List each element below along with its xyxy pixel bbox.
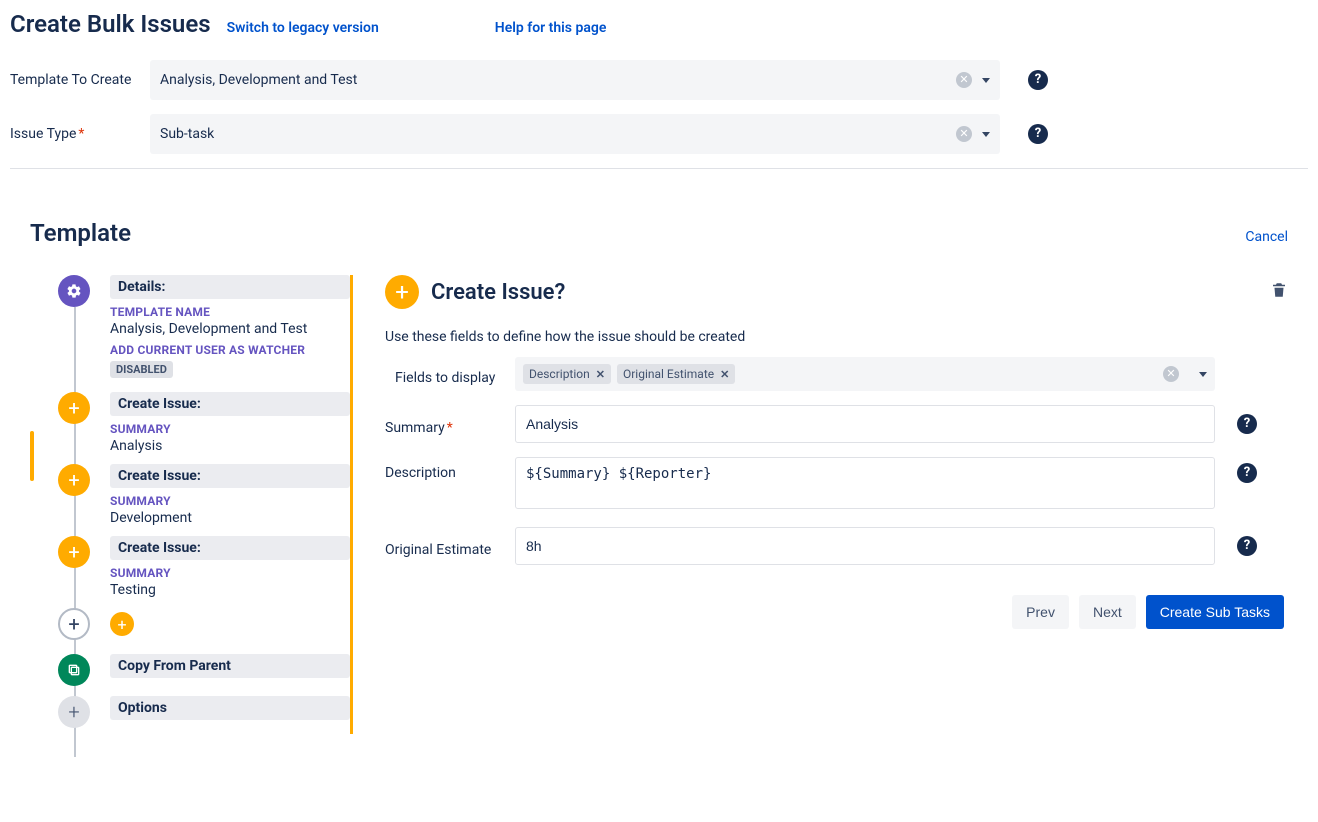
- page-title: Create Bulk Issues: [10, 10, 211, 38]
- description-input[interactable]: [515, 457, 1215, 509]
- copy-from-parent-step[interactable]: Copy From Parent: [110, 654, 350, 678]
- help-icon[interactable]: ?: [1237, 463, 1257, 483]
- gear-icon-svg: [66, 283, 82, 299]
- summary-label: Summary*: [385, 412, 515, 436]
- summary-value-1: Analysis: [110, 438, 350, 454]
- active-step-indicator: [30, 431, 34, 481]
- details-header[interactable]: Details:: [110, 275, 350, 299]
- clear-icon[interactable]: ✕: [956, 126, 972, 142]
- section-title: Template: [30, 219, 131, 247]
- help-icon[interactable]: ?: [1237, 414, 1257, 434]
- next-button[interactable]: Next: [1079, 595, 1136, 629]
- clear-icon[interactable]: ✕: [956, 72, 972, 88]
- summary-label: SUMMARY: [110, 566, 350, 580]
- copy-icon[interactable]: [58, 654, 90, 686]
- copy-icon-svg: [66, 662, 82, 678]
- help-icon[interactable]: ?: [1028, 70, 1048, 90]
- watcher-status-badge: DISABLED: [110, 361, 173, 378]
- chevron-down-icon[interactable]: [982, 78, 990, 83]
- fields-to-display-select[interactable]: Description ✕ Original Estimate ✕ ✕: [515, 357, 1215, 391]
- watcher-label: ADD CURRENT USER AS WATCHER: [110, 343, 350, 357]
- original-estimate-input[interactable]: [515, 527, 1215, 565]
- template-name-value: Analysis, Development and Test: [110, 321, 350, 337]
- summary-label: SUMMARY: [110, 494, 350, 508]
- chevron-down-icon[interactable]: [1199, 372, 1207, 377]
- fields-to-display-label: Fields to display: [385, 362, 515, 386]
- chip-description: Description ✕: [523, 364, 611, 384]
- summary-label: SUMMARY: [110, 422, 350, 436]
- plus-icon[interactable]: +: [58, 464, 90, 496]
- template-name-label: TEMPLATE NAME: [110, 305, 350, 319]
- chip-original-estimate: Original Estimate ✕: [617, 364, 735, 384]
- help-icon[interactable]: ?: [1237, 536, 1257, 556]
- help-link[interactable]: Help for this page: [495, 20, 607, 36]
- summary-input[interactable]: [515, 405, 1215, 443]
- prev-button[interactable]: Prev: [1012, 595, 1069, 629]
- create-issue-hint: Use these fields to define how the issue…: [385, 329, 1288, 345]
- description-label: Description: [385, 457, 515, 481]
- plus-icon[interactable]: +: [58, 536, 90, 568]
- legacy-link[interactable]: Switch to legacy version: [227, 20, 379, 36]
- plus-icon: +: [385, 275, 419, 309]
- create-issue-step-3[interactable]: Create Issue:: [110, 536, 350, 560]
- create-issue-step-1[interactable]: Create Issue:: [110, 392, 350, 416]
- cancel-link[interactable]: Cancel: [1245, 229, 1288, 245]
- remove-chip-icon[interactable]: ✕: [720, 368, 729, 381]
- remove-chip-icon[interactable]: ✕: [596, 368, 605, 381]
- clear-icon[interactable]: ✕: [1163, 366, 1179, 382]
- gear-icon[interactable]: [58, 275, 90, 307]
- issue-type-select[interactable]: Sub-task ✕: [150, 114, 1000, 154]
- summary-value-2: Development: [110, 510, 350, 526]
- options-expand-button[interactable]: +: [58, 696, 90, 728]
- add-create-issue-button[interactable]: +: [110, 612, 134, 636]
- chevron-down-icon[interactable]: [982, 132, 990, 137]
- summary-value-3: Testing: [110, 582, 350, 598]
- create-issue-step-2[interactable]: Create Issue:: [110, 464, 350, 488]
- help-icon[interactable]: ?: [1028, 124, 1048, 144]
- create-sub-tasks-button[interactable]: Create Sub Tasks: [1146, 595, 1284, 629]
- issue-type-value: Sub-task: [160, 126, 956, 142]
- create-issue-title: Create Issue?: [431, 280, 565, 305]
- options-step[interactable]: Options: [110, 696, 350, 720]
- add-step-button[interactable]: +: [58, 608, 90, 640]
- template-to-create-label: Template To Create: [10, 72, 150, 88]
- issue-type-label: Issue Type*: [10, 126, 150, 142]
- plus-icon[interactable]: +: [58, 392, 90, 424]
- original-estimate-label: Original Estimate: [385, 534, 515, 558]
- trash-icon[interactable]: [1270, 281, 1288, 304]
- template-to-create-select[interactable]: Analysis, Development and Test ✕: [150, 60, 1000, 100]
- template-to-create-value: Analysis, Development and Test: [160, 72, 956, 88]
